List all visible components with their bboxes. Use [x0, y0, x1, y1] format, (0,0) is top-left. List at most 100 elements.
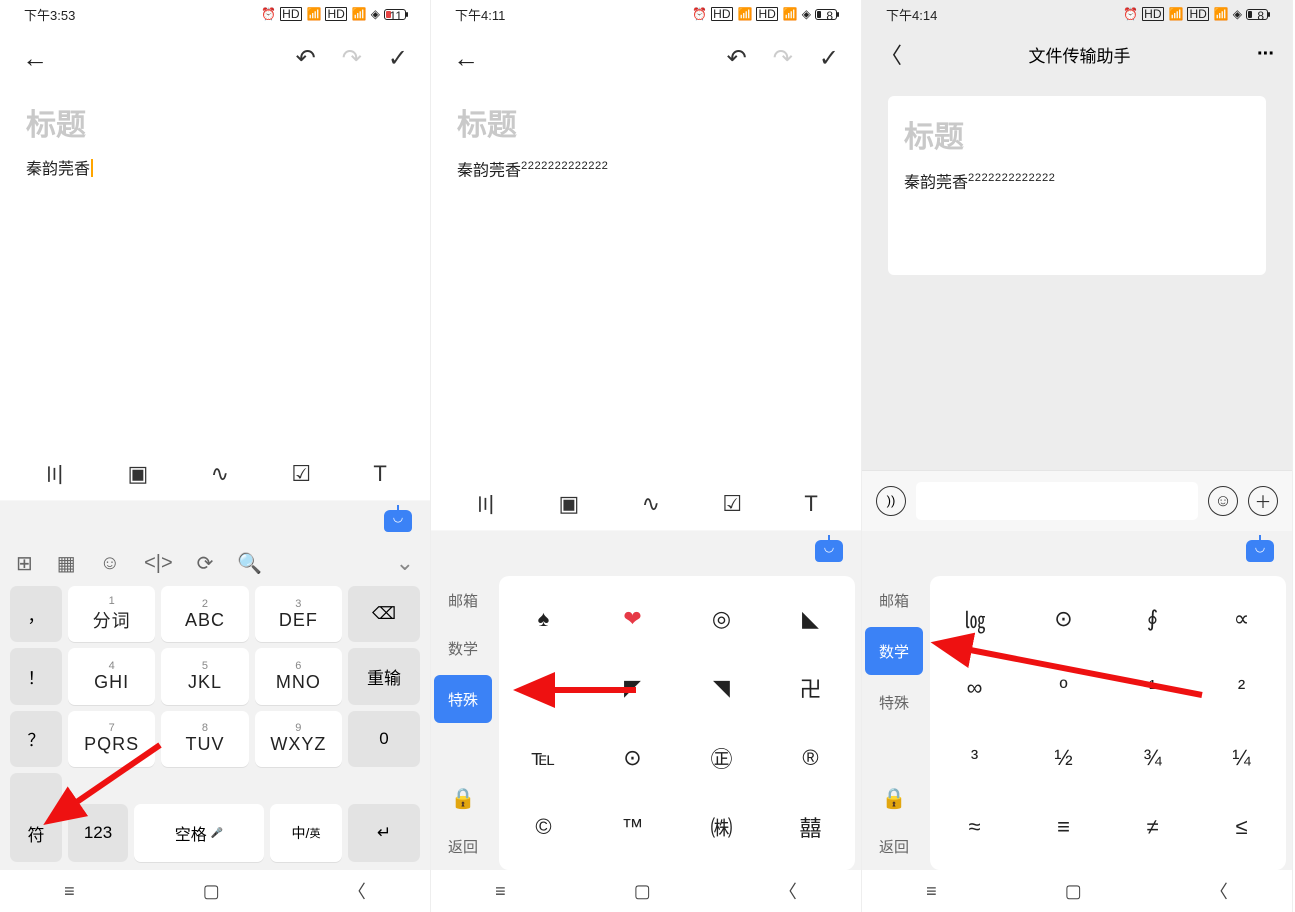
sym-key[interactable]: ∮: [1108, 584, 1197, 654]
symbol-key[interactable]: 符: [10, 804, 62, 862]
recent-icon[interactable]: ≡: [926, 881, 937, 902]
nav-back-icon[interactable]: 〈: [1210, 878, 1228, 904]
sym-key[interactable]: ²: [1197, 654, 1286, 724]
title-placeholder[interactable]: 标题: [457, 100, 835, 144]
text-style-icon[interactable]: T: [373, 461, 386, 487]
number-key[interactable]: 123: [68, 804, 128, 862]
ime-robot-icon[interactable]: [384, 510, 412, 532]
chat-content[interactable]: 标题 秦韵莞香2222222222222: [862, 80, 1292, 470]
grid-icon[interactable]: ⊞: [16, 551, 33, 576]
cat-math[interactable]: 数学: [431, 624, 495, 672]
sym-key[interactable]: ©: [499, 793, 588, 863]
collapse-icon[interactable]: ⌄: [396, 550, 414, 576]
body-text[interactable]: 秦韵莞香: [26, 158, 404, 182]
plus-icon[interactable]: ＋: [1248, 486, 1278, 516]
cat-return[interactable]: 返回: [862, 822, 926, 870]
search-icon[interactable]: 🔍: [237, 551, 262, 576]
sym-key[interactable]: ³: [930, 723, 1019, 793]
key-3[interactable]: 3DEF: [255, 586, 342, 642]
sym-key[interactable]: ㏒: [930, 584, 1019, 654]
sym-key[interactable]: ®: [766, 723, 855, 793]
undo-icon[interactable]: ↶: [296, 44, 316, 73]
sym-key[interactable]: ◤: [588, 654, 677, 724]
editor-content[interactable]: 标题 秦韵莞香: [0, 88, 430, 448]
sym-key[interactable]: ㈱: [677, 793, 766, 863]
recent-icon[interactable]: ≡: [64, 881, 75, 902]
sym-key[interactable]: ∞: [930, 654, 1019, 724]
nav-back-icon[interactable]: 〈: [779, 878, 797, 904]
sym-key[interactable]: ♠: [499, 584, 588, 654]
cat-special[interactable]: 特殊: [434, 675, 492, 723]
ime-robot-icon[interactable]: [815, 540, 843, 562]
checklist-icon[interactable]: ☑: [291, 461, 311, 487]
key-8[interactable]: 8TUV: [161, 711, 248, 767]
sym-key[interactable]: ≈: [930, 793, 1019, 863]
image-icon[interactable]: ▣: [558, 491, 579, 517]
punct-key[interactable]: ！: [10, 648, 62, 704]
back-icon[interactable]: ←: [22, 43, 48, 74]
emoji-icon[interactable]: ☺: [1208, 486, 1238, 516]
home-icon[interactable]: ▢: [203, 881, 220, 902]
format-icon[interactable]: 〣: [474, 488, 496, 520]
recent-icon[interactable]: ≡: [495, 881, 506, 902]
key-9[interactable]: 9WXYZ: [255, 711, 342, 767]
sym-key[interactable]: ◎: [677, 584, 766, 654]
sym-key[interactable]: ◥: [677, 654, 766, 724]
sym-key[interactable]: ℡: [499, 723, 588, 793]
sym-key[interactable]: ◤: [499, 654, 588, 724]
cursor-icon[interactable]: <|>: [144, 552, 173, 575]
cat-return[interactable]: 返回: [431, 822, 495, 870]
redo-icon[interactable]: ↷: [342, 44, 362, 73]
lang-key[interactable]: 中/英: [270, 804, 342, 862]
cat-math[interactable]: 数学: [865, 627, 923, 675]
reinput-key[interactable]: 重输: [348, 648, 420, 704]
home-icon[interactable]: ▢: [1065, 881, 1082, 902]
home-icon[interactable]: ▢: [634, 881, 651, 902]
title-placeholder[interactable]: 标题: [26, 100, 404, 144]
confirm-icon[interactable]: ✓: [388, 44, 408, 73]
draw-icon[interactable]: ∿: [211, 461, 229, 487]
undo-icon[interactable]: ↶: [727, 44, 747, 73]
zero-key[interactable]: 0: [348, 711, 420, 767]
sym-key[interactable]: ¼: [1197, 723, 1286, 793]
space-key[interactable]: 空格🎤: [134, 804, 264, 862]
editor-content[interactable]: 标题 秦韵莞香2222222222222: [431, 88, 861, 478]
punct-key[interactable]: ？: [10, 711, 62, 767]
sym-key[interactable]: ◣: [766, 584, 855, 654]
key-2[interactable]: 2ABC: [161, 586, 248, 642]
key-5[interactable]: 5JKL: [161, 648, 248, 704]
enter-key[interactable]: ↵: [348, 804, 420, 862]
key-4[interactable]: 4GHI: [68, 648, 155, 704]
ime-robot-icon[interactable]: [1246, 540, 1274, 562]
sym-key[interactable]: ≡: [1019, 793, 1108, 863]
paste-icon[interactable]: ⟳: [197, 551, 214, 576]
redo-icon[interactable]: ↷: [773, 44, 793, 73]
key-6[interactable]: 6MNO: [255, 648, 342, 704]
backspace-key[interactable]: ⌫: [348, 586, 420, 642]
sym-key[interactable]: ≤: [1197, 793, 1286, 863]
key-1[interactable]: 1分词: [68, 586, 155, 642]
sym-key[interactable]: ∝: [1197, 584, 1286, 654]
sym-key[interactable]: 囍: [766, 793, 855, 863]
back-icon[interactable]: 〈: [880, 38, 902, 70]
image-icon[interactable]: ▣: [127, 461, 148, 487]
sym-key[interactable]: 卍: [766, 654, 855, 724]
sym-key[interactable]: º: [1019, 654, 1108, 724]
key-7[interactable]: 7PQRS: [68, 711, 155, 767]
sym-key[interactable]: ㊣: [677, 723, 766, 793]
draw-icon[interactable]: ∿: [642, 491, 660, 517]
confirm-icon[interactable]: ✓: [819, 44, 839, 73]
cat-email[interactable]: 邮箱: [431, 576, 495, 624]
nav-back-icon[interactable]: 〈: [348, 878, 366, 904]
emoji-icon[interactable]: ☺: [100, 552, 120, 575]
back-icon[interactable]: ←: [453, 43, 479, 74]
message-input[interactable]: [916, 482, 1198, 520]
body-text[interactable]: 秦韵莞香2222222222222: [457, 158, 835, 183]
sym-key[interactable]: ¾: [1108, 723, 1197, 793]
voice-icon[interactable]: )): [876, 486, 906, 516]
punct-key[interactable]: ，: [10, 586, 62, 642]
more-icon[interactable]: ···: [1257, 43, 1274, 66]
sym-key[interactable]: ❤: [588, 584, 677, 654]
cat-special[interactable]: 特殊: [862, 678, 926, 726]
format-icon[interactable]: 〣: [43, 458, 65, 490]
